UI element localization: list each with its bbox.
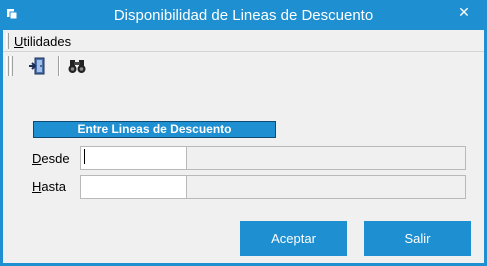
hasta-label: Hasta	[32, 179, 66, 194]
hasta-code-input[interactable]	[80, 175, 187, 199]
desde-label: Desde	[32, 151, 70, 166]
accept-button[interactable]: Aceptar	[240, 221, 347, 256]
client-area: Utilidades Entre Lineas de Descuento Des…	[3, 30, 484, 263]
exit-toolbar-button[interactable]	[26, 55, 48, 77]
toolbar-separator	[58, 56, 60, 76]
close-button[interactable]: ✕	[455, 3, 473, 21]
text-caret	[84, 149, 85, 164]
menu-item-utilidades[interactable]: Utilidades	[14, 34, 71, 49]
hasta-description-field	[186, 175, 466, 199]
section-header: Entre Lineas de Descuento	[33, 121, 276, 138]
window-title: Disponibilidad de Lineas de Descuento	[113, 7, 374, 24]
menu-grip[interactable]	[6, 33, 9, 49]
toolbar	[3, 53, 484, 79]
dialog-window: Disponibilidad de Lineas de Descuento ✕ …	[0, 0, 487, 266]
toolbar-grip-2	[10, 56, 13, 76]
search-toolbar-button[interactable]	[66, 55, 88, 77]
title-bar[interactable]: Disponibilidad de Lineas de Descuento ✕	[0, 0, 487, 30]
exit-door-icon	[29, 57, 45, 75]
desde-code-input[interactable]	[80, 146, 187, 170]
binoculars-icon	[68, 60, 86, 73]
toolbar-grip[interactable]	[6, 56, 9, 76]
desde-description-field	[186, 146, 466, 170]
exit-button[interactable]: Salir	[364, 221, 471, 256]
menu-bar: Utilidades	[3, 30, 484, 52]
